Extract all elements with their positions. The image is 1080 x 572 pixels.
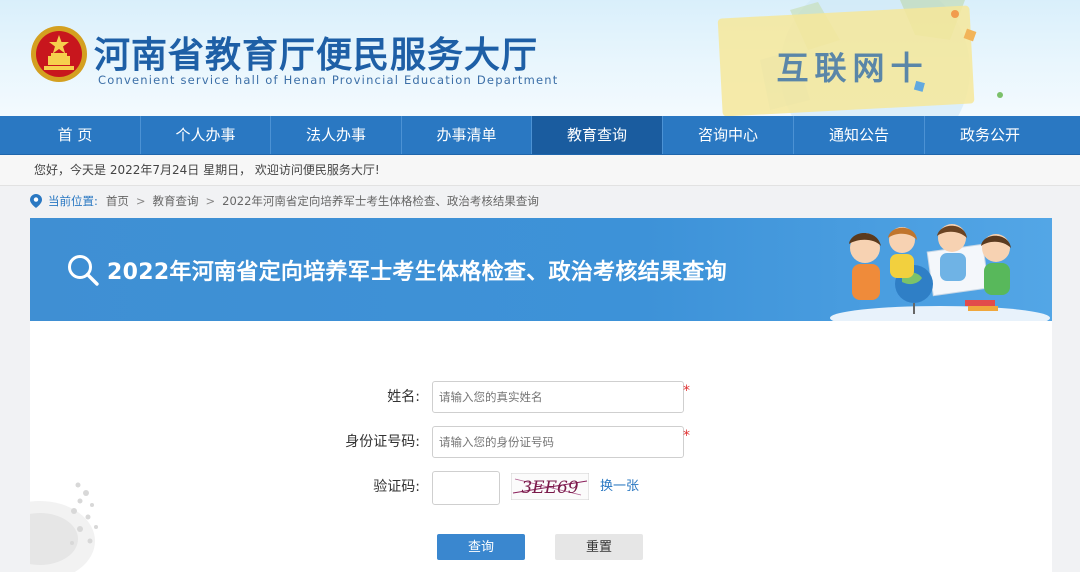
location-pin-icon (30, 194, 42, 208)
id-number-input[interactable] (432, 426, 684, 458)
captcha-label: 验证码: (373, 479, 420, 495)
name-label: 姓名: (387, 389, 420, 405)
search-icon (68, 255, 99, 286)
breadcrumb-label: 当前位置: (48, 194, 98, 208)
breadcrumb-separator: > (135, 194, 146, 208)
breadcrumb-separator: > (205, 194, 216, 208)
captcha-row: 验证码: 3EE69 换一张 (30, 471, 1052, 505)
internet-plus-badge: 互联网十 (776, 49, 929, 87)
required-mark: * (683, 383, 690, 399)
welcome-text: 您好，今天是 2022年7月24日 星期日， 欢迎访问便民服务大厅! (34, 163, 380, 177)
captcha-code: 3EE69 (521, 478, 578, 498)
site-title: 河南省教育厅便民服务大厅 (94, 35, 539, 76)
breadcrumb-item-current: 2022年河南省定向培养军士考生体格检查、政治考核结果查询 (222, 194, 539, 208)
breadcrumb-item-home[interactable]: 首页 (106, 188, 129, 214)
nav-item-consulting[interactable]: 咨询中心 (662, 116, 793, 154)
coffee-cup-decoration (30, 482, 98, 572)
nav-item-personal[interactable]: 个人办事 (140, 116, 270, 154)
breadcrumb-item-education-query[interactable]: 教育查询 (153, 188, 199, 214)
nav-item-legal-entity[interactable]: 法人办事 (270, 116, 401, 154)
nav-item-education-query[interactable]: 教育查询 (531, 116, 662, 154)
nav-item-notices[interactable]: 通知公告 (793, 116, 924, 154)
main-nav: 首 页 个人办事 法人办事 办事清单 教育查询 咨询中心 通知公告 政务公开 (0, 116, 1080, 155)
id-number-row: 身份证号码: * (30, 426, 1052, 458)
name-row: 姓名: * (30, 381, 1052, 413)
national-emblem-icon (31, 26, 87, 82)
nav-item-service-list[interactable]: 办事清单 (401, 116, 531, 154)
nav-item-gov-affairs[interactable]: 政务公开 (924, 116, 1055, 154)
query-button[interactable]: 查询 (437, 534, 525, 560)
id-number-label: 身份证号码: (345, 434, 420, 450)
query-form: 姓名: * 身份证号码: * 验证码: 3EE69 换一张 查询 重置 (30, 321, 1052, 572)
query-banner: 2022年河南省定向培养军士考生体格检查、政治考核结果查询 (30, 218, 1052, 321)
required-mark: * (683, 428, 690, 444)
name-input[interactable] (432, 381, 684, 413)
refresh-captcha-link[interactable]: 换一张 (600, 471, 639, 503)
captcha-input[interactable] (432, 471, 500, 505)
nav-item-home[interactable]: 首 页 (10, 116, 140, 154)
children-globe-illustration (830, 224, 1050, 321)
reset-button[interactable]: 重置 (555, 534, 643, 560)
welcome-bar: 您好，今天是 2022年7月24日 星期日， 欢迎访问便民服务大厅! (0, 155, 1080, 186)
captcha-image[interactable]: 3EE69 (511, 473, 589, 500)
breadcrumb: 当前位置: 首页 > 教育查询 > 2022年河南省定向培养军士考生体格检查、政… (30, 188, 539, 214)
site-subtitle: Convenient service hall of Henan Provinc… (98, 73, 559, 87)
banner-title: 2022年河南省定向培养军士考生体格检查、政治考核结果查询 (107, 260, 727, 285)
site-header: 互联网十 河南省教育厅便民服务大厅 Convenient service hal… (0, 0, 1080, 116)
